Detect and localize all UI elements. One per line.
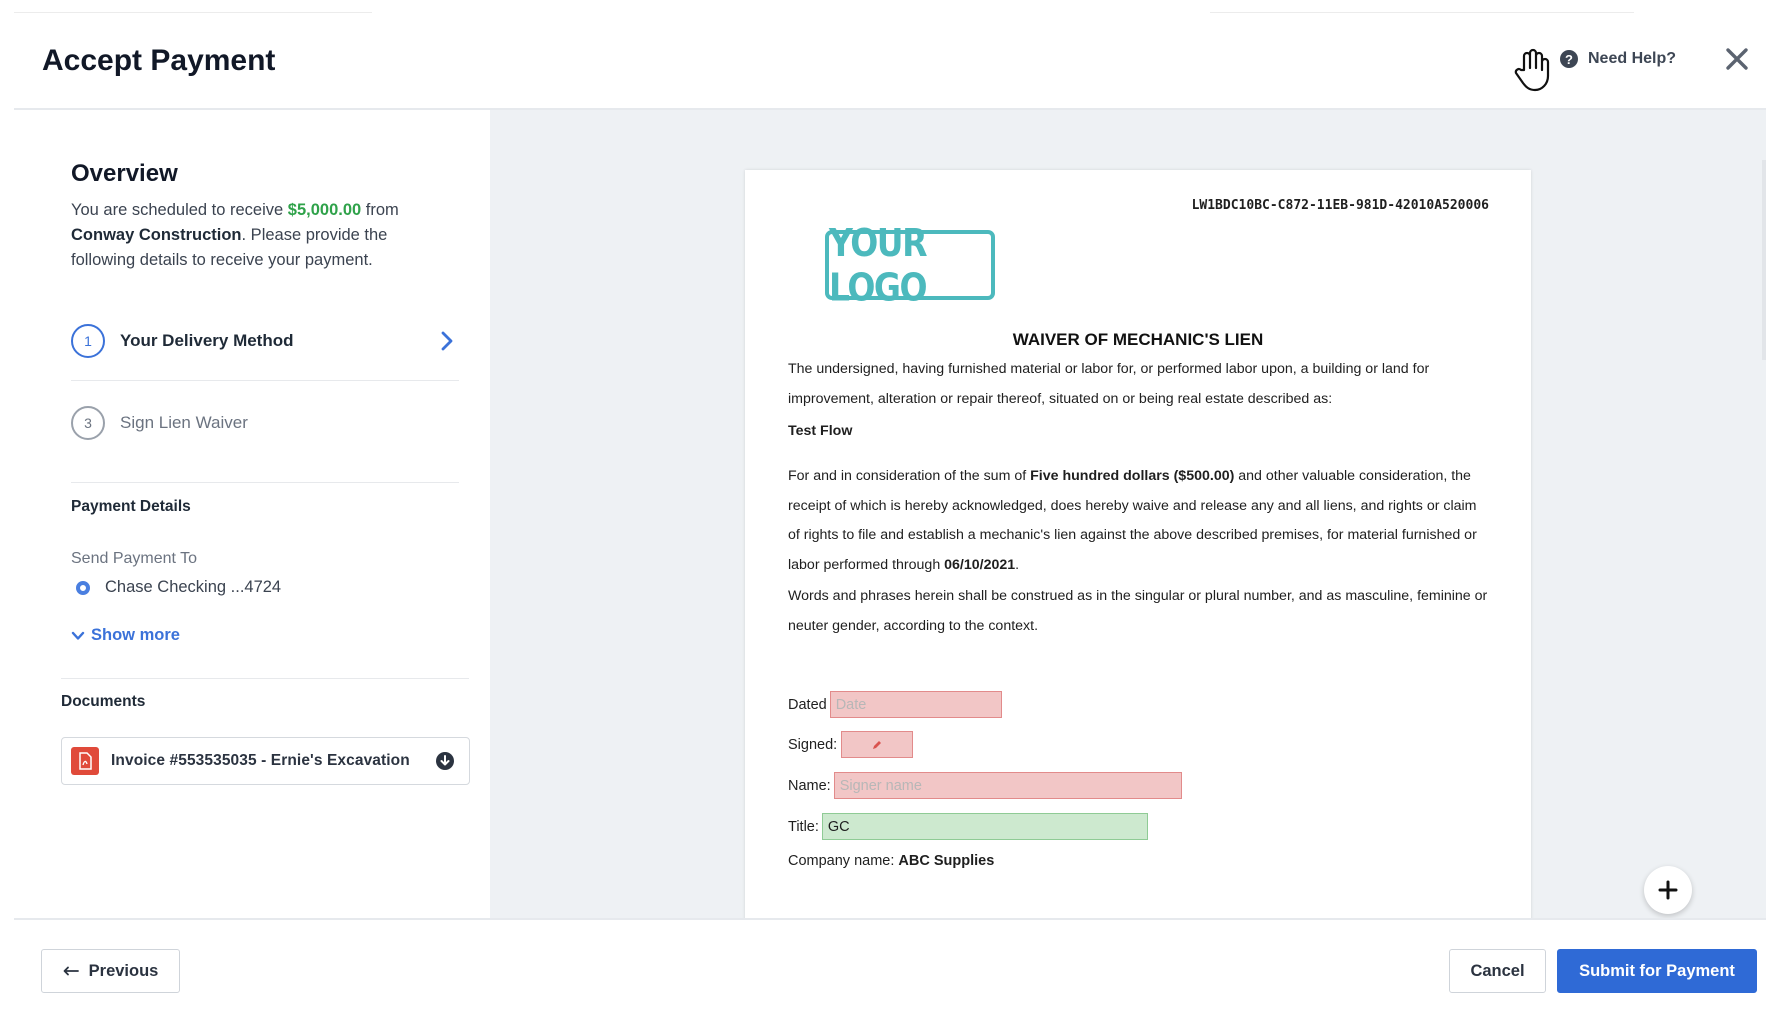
footer-divider	[14, 918, 1766, 920]
modal-header: Accept Payment ? Need Help?	[0, 0, 1766, 110]
download-icon[interactable]	[435, 751, 455, 771]
logo-text: YOUR LOGO	[829, 220, 928, 310]
waiver-text: .	[1015, 556, 1020, 573]
viewer-scrollbar[interactable]	[1762, 160, 1766, 360]
step-label: Sign Lien Waiver	[120, 413, 248, 432]
step-number: 1	[71, 324, 105, 358]
chevron-right-icon	[441, 331, 453, 351]
name-label: Name:	[788, 777, 831, 794]
document-id: LW1BDC10BC-C872-11EB-981D-42010A520006	[1191, 198, 1489, 213]
divider	[61, 678, 469, 679]
company-value: ABC Supplies	[898, 853, 995, 869]
document-name: Invoice #553535035 - Ernie's Excavation	[111, 752, 410, 769]
divider	[71, 380, 459, 381]
accept-payment-modal: Accept Payment ? Need Help? Overview You…	[0, 0, 1766, 1010]
step-label: Your Delivery Method	[120, 331, 294, 350]
name-row: Name: Signer name	[788, 772, 1182, 799]
divider	[71, 482, 459, 483]
payment-account-label: Chase Checking ...4724	[105, 578, 282, 596]
payment-account: Chase Checking ...4724	[76, 578, 281, 597]
need-help-label: Need Help?	[1588, 50, 1677, 67]
dated-label: Dated	[788, 696, 827, 713]
account-radio-icon	[76, 580, 90, 595]
overview-panel: Overview You are scheduled to receive $5…	[0, 110, 490, 918]
question-circle-icon: ?	[1560, 50, 1578, 68]
header-divider	[1210, 12, 1634, 13]
signature-field[interactable]	[841, 731, 914, 758]
submit-for-payment-button[interactable]: Submit for Payment	[1557, 949, 1757, 993]
signed-row: Signed:	[788, 731, 914, 758]
project-name: Test Flow	[788, 423, 853, 439]
title-row: Title: GC	[788, 813, 1148, 840]
header-divider	[14, 12, 372, 13]
waiver-title: WAIVER OF MECHANIC'S LIEN	[1012, 330, 1264, 349]
documents-title: Documents	[61, 693, 146, 710]
chevron-down-icon	[71, 631, 85, 640]
step-delivery-method[interactable]: 1 Your Delivery Method	[71, 324, 459, 358]
signer-title-field[interactable]: GC	[821, 813, 1148, 840]
overview-title: Overview	[71, 160, 178, 187]
close-icon[interactable]	[1724, 46, 1750, 72]
signature-pen-icon	[873, 740, 882, 749]
overview-description: You are scheduled to receive $5,000.00 f…	[71, 198, 431, 273]
previous-button[interactable]: Previous	[41, 949, 180, 993]
hand-cursor-icon	[1514, 48, 1550, 92]
arrow-left-icon	[63, 966, 79, 976]
modal-footer: Previous Cancel Submit for Payment	[0, 918, 1766, 1010]
signed-label: Signed:	[788, 736, 838, 753]
payment-amount: $5,000.00	[287, 201, 362, 219]
pdf-file-icon	[71, 747, 99, 775]
waiver-through-date: 06/10/2021	[944, 556, 1016, 573]
previous-label: Previous	[88, 961, 159, 980]
send-payment-to-label: Send Payment To	[71, 550, 198, 567]
document-viewer[interactable]: LW1BDC10BC-C872-11EB-981D-42010A520006 Y…	[490, 110, 1766, 930]
plus-icon	[1658, 880, 1678, 900]
waiver-amount: Five hundred dollars ($500.00)	[1030, 468, 1235, 484]
lien-waiver-document: LW1BDC10BC-C872-11EB-981D-42010A520006 Y…	[745, 170, 1531, 930]
company-row: Company name: ABC Supplies	[788, 853, 994, 869]
overview-text: from	[361, 201, 399, 219]
waiver-paragraph: The undersigned, having furnished materi…	[788, 361, 1430, 407]
overview-text: You are scheduled to receive	[71, 201, 288, 219]
waiver-text: For and in consideration of the sum of	[788, 468, 1031, 484]
step-number: 3	[71, 406, 105, 440]
company-logo-placeholder: YOUR LOGO	[825, 220, 995, 310]
show-more-label: Show more	[91, 626, 180, 644]
waiver-paragraph: Words and phrases herein shall be constr…	[788, 588, 1488, 634]
title-label: Title:	[788, 818, 819, 835]
company-label: Company name:	[788, 853, 895, 869]
date-field[interactable]: Date	[829, 691, 1002, 718]
show-more-link[interactable]: Show more	[71, 626, 180, 645]
dated-row: Dated Date	[788, 691, 1002, 718]
page-title: Accept Payment	[42, 44, 276, 77]
signer-name-field[interactable]: Signer name	[833, 772, 1182, 799]
document-item[interactable]: Invoice #553535035 - Ernie's Excavation	[61, 737, 470, 785]
payment-details-title: Payment Details	[71, 498, 191, 515]
add-button[interactable]	[1644, 866, 1692, 914]
step-sign-lien-waiver[interactable]: 3 Sign Lien Waiver	[71, 406, 459, 440]
need-help-link[interactable]: ? Need Help?	[1560, 50, 1676, 68]
waiver-paragraph: For and in consideration of the sum of F…	[788, 462, 1488, 580]
payer-company: Conway Construction	[71, 226, 242, 244]
cancel-button[interactable]: Cancel	[1449, 949, 1546, 993]
